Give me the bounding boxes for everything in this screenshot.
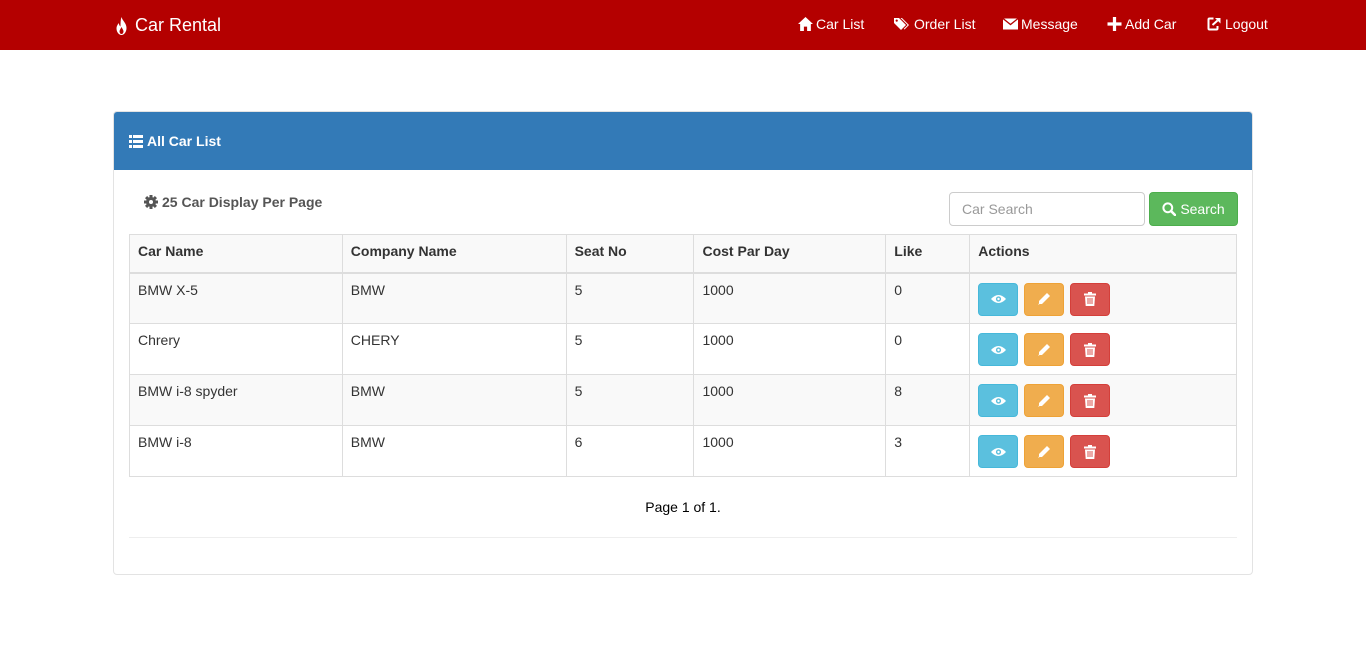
- trash-icon: [1084, 342, 1096, 357]
- brand-title: Car Rental: [135, 15, 222, 35]
- table-row: BMW i-8 spyder BMW 5 1000 8: [129, 374, 1237, 426]
- panel-heading: All Car List: [114, 112, 1252, 170]
- header-actions: Actions: [969, 234, 1237, 274]
- header-company-name: Company Name: [341, 234, 567, 274]
- cell-company-name: BMW: [341, 425, 567, 477]
- cell-cost-per-day: 1000: [693, 323, 887, 375]
- nav-add-car[interactable]: Add Car: [1107, 16, 1176, 32]
- cell-actions: [969, 374, 1237, 426]
- cell-like: 8: [885, 374, 971, 426]
- view-button[interactable]: [978, 333, 1019, 366]
- cell-seat-no: 5: [565, 272, 695, 324]
- edit-button[interactable]: [1024, 384, 1065, 417]
- cell-cost-per-day: 1000: [693, 374, 887, 426]
- per-page-info: 25 Car Display Per Page: [144, 194, 322, 210]
- header-cost-per-day: Cost Par Day: [693, 234, 887, 274]
- edit-button[interactable]: [1024, 282, 1065, 316]
- view-button[interactable]: [978, 435, 1019, 468]
- cell-actions: [969, 425, 1237, 477]
- cell-seat-no: 6: [565, 425, 695, 477]
- nav-car-list-label: Car List: [816, 16, 865, 32]
- edit-button[interactable]: [1024, 333, 1065, 366]
- envelope-icon: [1003, 18, 1018, 30]
- table-row: Chrery CHERY 5 1000 0: [129, 323, 1237, 375]
- cell-company-name: BMW: [341, 374, 567, 426]
- search-icon: [1162, 202, 1177, 216]
- tags-icon: [894, 18, 909, 30]
- nav-car-list[interactable]: Car List: [798, 16, 864, 32]
- car-list-panel: All Car List 25 Car Display Per Page Sea…: [113, 111, 1253, 575]
- search-button-label: Search: [1180, 201, 1225, 217]
- panel-title: All Car List: [147, 133, 221, 149]
- fire-icon: [116, 16, 127, 35]
- cell-car-name: Chrery: [129, 323, 343, 375]
- divider: [129, 537, 1237, 538]
- cell-like: 0: [885, 323, 971, 375]
- logout-icon: [1207, 17, 1221, 31]
- pencil-icon: [1038, 293, 1051, 305]
- trash-icon: [1084, 393, 1096, 408]
- nav-message-label: Message: [1021, 16, 1078, 32]
- search-button[interactable]: Search: [1149, 192, 1238, 226]
- edit-button[interactable]: [1024, 435, 1065, 468]
- list-icon: [129, 134, 143, 148]
- cell-cost-per-day: 1000: [693, 425, 887, 477]
- cell-seat-no: 5: [565, 374, 695, 426]
- nav-logout-label: Logout: [1225, 16, 1268, 32]
- brand-link[interactable]: Car Rental: [113, 15, 221, 36]
- eye-icon: [990, 295, 1006, 303]
- cell-actions: [969, 272, 1237, 324]
- header-like: Like: [885, 234, 971, 274]
- cell-car-name: BMW X-5: [129, 272, 343, 324]
- header-car-name: Car Name: [129, 234, 343, 274]
- table-row: BMW X-5 BMW 5 1000 0: [129, 272, 1237, 324]
- car-table: Car Name Company Name Seat No Cost Par D…: [129, 234, 1237, 477]
- home-icon: [798, 17, 813, 31]
- car-search-input[interactable]: [949, 192, 1145, 226]
- delete-button[interactable]: [1070, 333, 1110, 366]
- pencil-icon: [1038, 394, 1051, 407]
- cell-car-name: BMW i-8 spyder: [129, 374, 343, 426]
- gear-icon: [144, 195, 158, 209]
- cell-cost-per-day: 1000: [693, 272, 887, 324]
- cell-company-name: BMW: [341, 272, 567, 324]
- pencil-icon: [1038, 445, 1051, 458]
- cell-actions: [969, 323, 1237, 375]
- nav-message[interactable]: Message: [1003, 16, 1078, 32]
- cell-seat-no: 5: [565, 323, 695, 375]
- pagination-info: Page 1 of 1.: [645, 499, 721, 515]
- nav-logout[interactable]: Logout: [1207, 16, 1268, 32]
- nav-order-list-label: Order List: [914, 16, 976, 32]
- cell-car-name: BMW i-8: [129, 425, 343, 477]
- trash-icon: [1084, 292, 1096, 306]
- table-row: BMW i-8 BMW 6 1000 3: [129, 425, 1237, 477]
- header-seat-no: Seat No: [565, 234, 695, 274]
- trash-icon: [1084, 444, 1096, 459]
- pencil-icon: [1038, 343, 1051, 356]
- table-header-row: Car Name Company Name Seat No Cost Par D…: [129, 234, 1237, 274]
- nav-order-list[interactable]: Order List: [894, 16, 975, 32]
- plus-icon: [1107, 17, 1122, 31]
- cell-like: 0: [885, 272, 971, 324]
- view-button[interactable]: [978, 384, 1019, 417]
- eye-icon: [990, 396, 1006, 405]
- navbar: Car Rental Car List Order List Message A…: [0, 0, 1366, 50]
- cell-like: 3: [885, 425, 971, 477]
- delete-button[interactable]: [1070, 282, 1110, 316]
- delete-button[interactable]: [1070, 384, 1110, 417]
- nav-add-car-label: Add Car: [1125, 16, 1177, 32]
- eye-icon: [990, 447, 1006, 456]
- delete-button[interactable]: [1070, 435, 1110, 468]
- eye-icon: [990, 345, 1006, 354]
- cell-company-name: CHERY: [341, 323, 567, 375]
- view-button[interactable]: [978, 282, 1019, 316]
- per-page-label: 25 Car Display Per Page: [162, 194, 323, 210]
